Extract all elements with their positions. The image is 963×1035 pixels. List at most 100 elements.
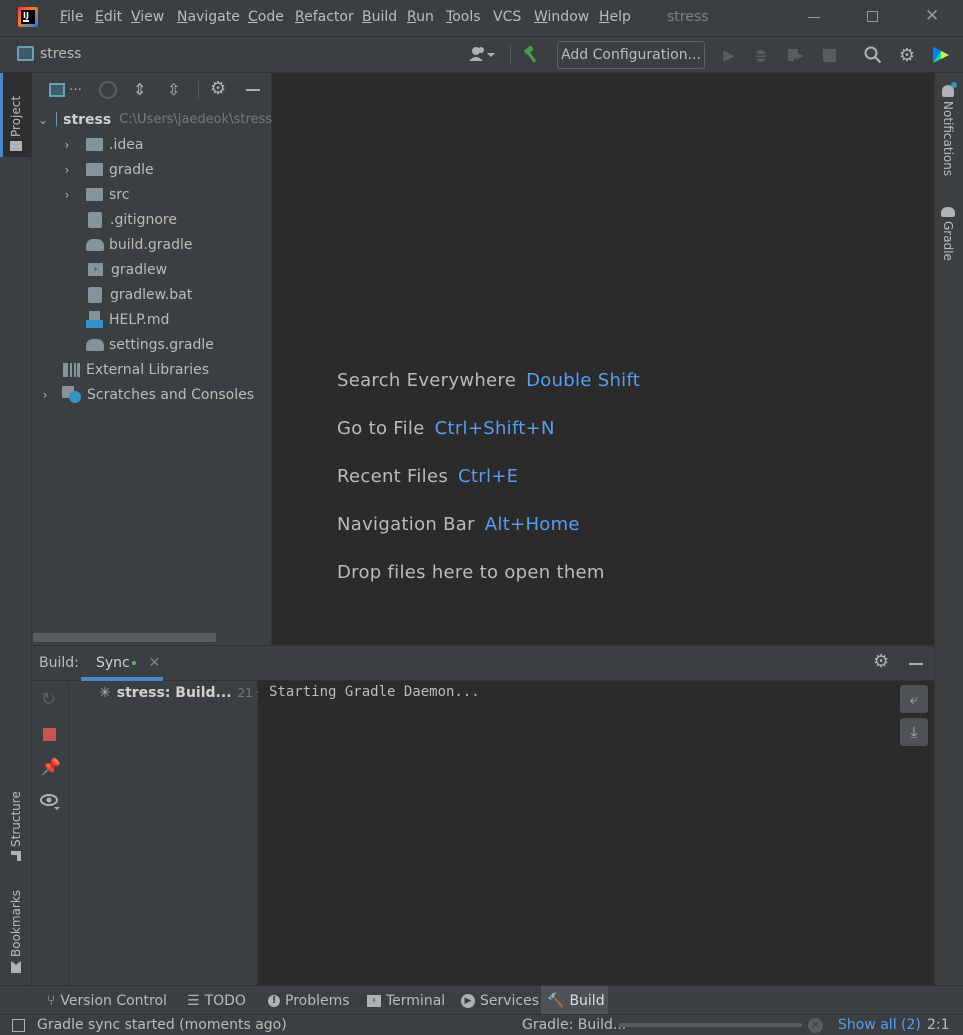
menu-help[interactable]: Help — [599, 9, 631, 25]
root-name: stress — [63, 111, 112, 128]
expand-all-icon[interactable]: ⇕ — [133, 80, 146, 99]
tree-item-idea[interactable]: › .idea — [60, 132, 144, 157]
minimize-icon[interactable] — [808, 17, 820, 18]
menu-file[interactable]: File — [60, 9, 83, 25]
menu-refactor[interactable]: Refactor — [295, 9, 354, 25]
tree-item-help-md[interactable]: HELP.md — [86, 307, 169, 332]
maximize-icon[interactable] — [867, 11, 878, 22]
tree-root-stress[interactable]: ⌄ stress C:\Users\jaedeok\stress — [38, 107, 272, 132]
caret-position[interactable]: 2:1 — [927, 1017, 950, 1033]
cancel-progress-icon[interactable]: ✕ — [808, 1018, 823, 1033]
breadcrumb-project[interactable]: stress — [40, 46, 81, 62]
view-selector-dropdown[interactable]: … — [69, 79, 82, 94]
build-hammer-icon[interactable] — [520, 43, 542, 65]
notifications-tool-tab[interactable]: Notifications — [941, 82, 957, 185]
left-tool-stripe: Project Structure Bookmarks — [0, 73, 32, 985]
user-account-icon[interactable] — [465, 43, 499, 65]
chevron-right-icon[interactable]: › — [38, 388, 52, 402]
tree-item-gradlew[interactable]: › gradlew — [88, 257, 167, 282]
tab-sync[interactable]: Sync ✕ — [96, 655, 160, 671]
hide-build-panel-icon[interactable] — [909, 663, 923, 665]
select-opened-file-icon[interactable] — [99, 81, 117, 99]
tree-item-label: src — [109, 186, 130, 203]
menu-vcs[interactable]: VCS — [493, 9, 521, 25]
pin-icon[interactable]: 📌 — [41, 757, 61, 776]
refresh-icon[interactable]: ↻ — [41, 689, 56, 710]
menu-window[interactable]: Window — [534, 9, 589, 25]
add-configuration-button[interactable]: Add Configuration... — [557, 41, 705, 69]
menu-navigate[interactable]: Navigate — [177, 9, 240, 25]
menu-run[interactable]: Run — [407, 9, 434, 25]
tab-services[interactable]: ▶ Services — [455, 986, 545, 1015]
chevron-down-icon[interactable]: ⌄ — [38, 113, 48, 127]
build-hammer-icon: 🔨 — [547, 992, 565, 1009]
panel-settings-icon[interactable]: ⚙ — [210, 78, 226, 99]
tab-version-control[interactable]: ⑂ Version Control — [41, 986, 173, 1015]
progress-label[interactable]: Gradle: Build... — [522, 1017, 626, 1033]
tree-item-src[interactable]: › src — [60, 182, 130, 207]
stop-icon[interactable] — [818, 44, 840, 66]
menu-edit[interactable]: Edit — [95, 9, 122, 25]
build-console[interactable]: Starting Gradle Daemon... ⤶ ⤓ — [258, 681, 934, 986]
code-with-me-icon[interactable] — [930, 44, 952, 66]
structure-icon — [11, 851, 21, 861]
hint-drop-files: Drop files here to open them — [337, 562, 605, 583]
scratches-icon — [62, 386, 81, 403]
build-task-row[interactable]: ✳ stress: Build... 21 sec — [99, 685, 277, 701]
menu-build[interactable]: Build — [362, 9, 397, 25]
toggle-tool-windows-icon[interactable] — [12, 1019, 25, 1032]
hint-search-everywhere: Search Everywhere Double Shift — [337, 370, 641, 391]
tree-item-settings-gradle[interactable]: settings.gradle — [86, 332, 214, 357]
hide-panel-icon[interactable] — [246, 89, 260, 91]
stop-build-icon[interactable] — [43, 728, 56, 741]
gradle-elephant-icon — [941, 207, 955, 217]
chevron-right-icon[interactable]: › — [60, 188, 74, 202]
chevron-right-icon[interactable]: › — [60, 163, 74, 177]
collapse-all-icon[interactable]: ⇳ — [167, 80, 180, 99]
terminal-icon: › — [367, 994, 381, 1007]
settings-gear-icon[interactable]: ⚙ — [896, 44, 918, 66]
build-settings-icon[interactable]: ⚙ — [873, 651, 889, 672]
folder-icon — [86, 163, 103, 176]
close-tab-icon[interactable]: ✕ — [149, 655, 161, 671]
tree-scratches[interactable]: › Scratches and Consoles — [38, 382, 254, 407]
gradle-tool-tab[interactable]: Gradle — [941, 207, 955, 267]
tab-build[interactable]: 🔨 Build — [541, 986, 608, 1015]
tree-item-label: .idea — [109, 136, 144, 153]
chevron-right-icon[interactable]: › — [60, 138, 74, 152]
structure-tool-tab[interactable]: Structure — [9, 781, 23, 861]
tree-item-gitignore[interactable]: .gitignore — [88, 207, 177, 232]
tab-terminal[interactable]: › Terminal — [361, 986, 451, 1015]
project-tool-label[interactable]: Project — [9, 81, 23, 151]
tree-external-libraries[interactable]: External Libraries — [63, 357, 209, 382]
run-with-coverage-icon[interactable] — [784, 44, 806, 66]
tree-item-label: .gitignore — [110, 211, 177, 228]
menu-view[interactable]: View — [131, 9, 164, 25]
text-file-icon — [88, 286, 102, 303]
build-header: Build: Sync ✕ ⚙ — [32, 646, 934, 681]
run-icon[interactable]: ▶ — [718, 44, 740, 66]
scroll-to-end-icon[interactable]: ⤓ — [900, 718, 928, 746]
menu-tools[interactable]: Tools — [446, 9, 481, 25]
close-icon[interactable]: ✕ — [925, 6, 939, 26]
show-all-processes-link[interactable]: Show all (2) — [838, 1017, 921, 1033]
title-bar: IJ File Edit View Navigate Code Refactor… — [0, 0, 963, 36]
eye-filter-icon[interactable] — [40, 793, 62, 815]
module-folder-icon — [56, 112, 58, 127]
search-icon[interactable] — [862, 44, 884, 66]
view-selector-icon[interactable] — [49, 83, 65, 97]
horizontal-scrollbar[interactable] — [33, 633, 216, 642]
bookmarks-tool-tab[interactable]: Bookmarks — [9, 883, 23, 973]
status-message: Gradle sync started (moments ago) — [37, 1017, 287, 1033]
tree-item-gradlew-bat[interactable]: gradlew.bat — [88, 282, 192, 307]
tab-problems[interactable]: ! Problems — [262, 986, 356, 1015]
debug-icon[interactable] — [750, 44, 772, 66]
tree-item-gradle[interactable]: › gradle — [60, 157, 154, 182]
folder-icon — [86, 138, 103, 151]
tree-item-build-gradle[interactable]: build.gradle — [86, 232, 193, 257]
tab-todo[interactable]: ☰ TODO — [181, 986, 252, 1015]
intellij-logo-icon[interactable]: IJ — [18, 7, 38, 27]
soft-wrap-icon[interactable]: ⤶ — [900, 685, 928, 713]
menu-code[interactable]: Code — [248, 9, 284, 25]
build-tree: ✳ stress: Build... 21 sec — [69, 681, 277, 986]
